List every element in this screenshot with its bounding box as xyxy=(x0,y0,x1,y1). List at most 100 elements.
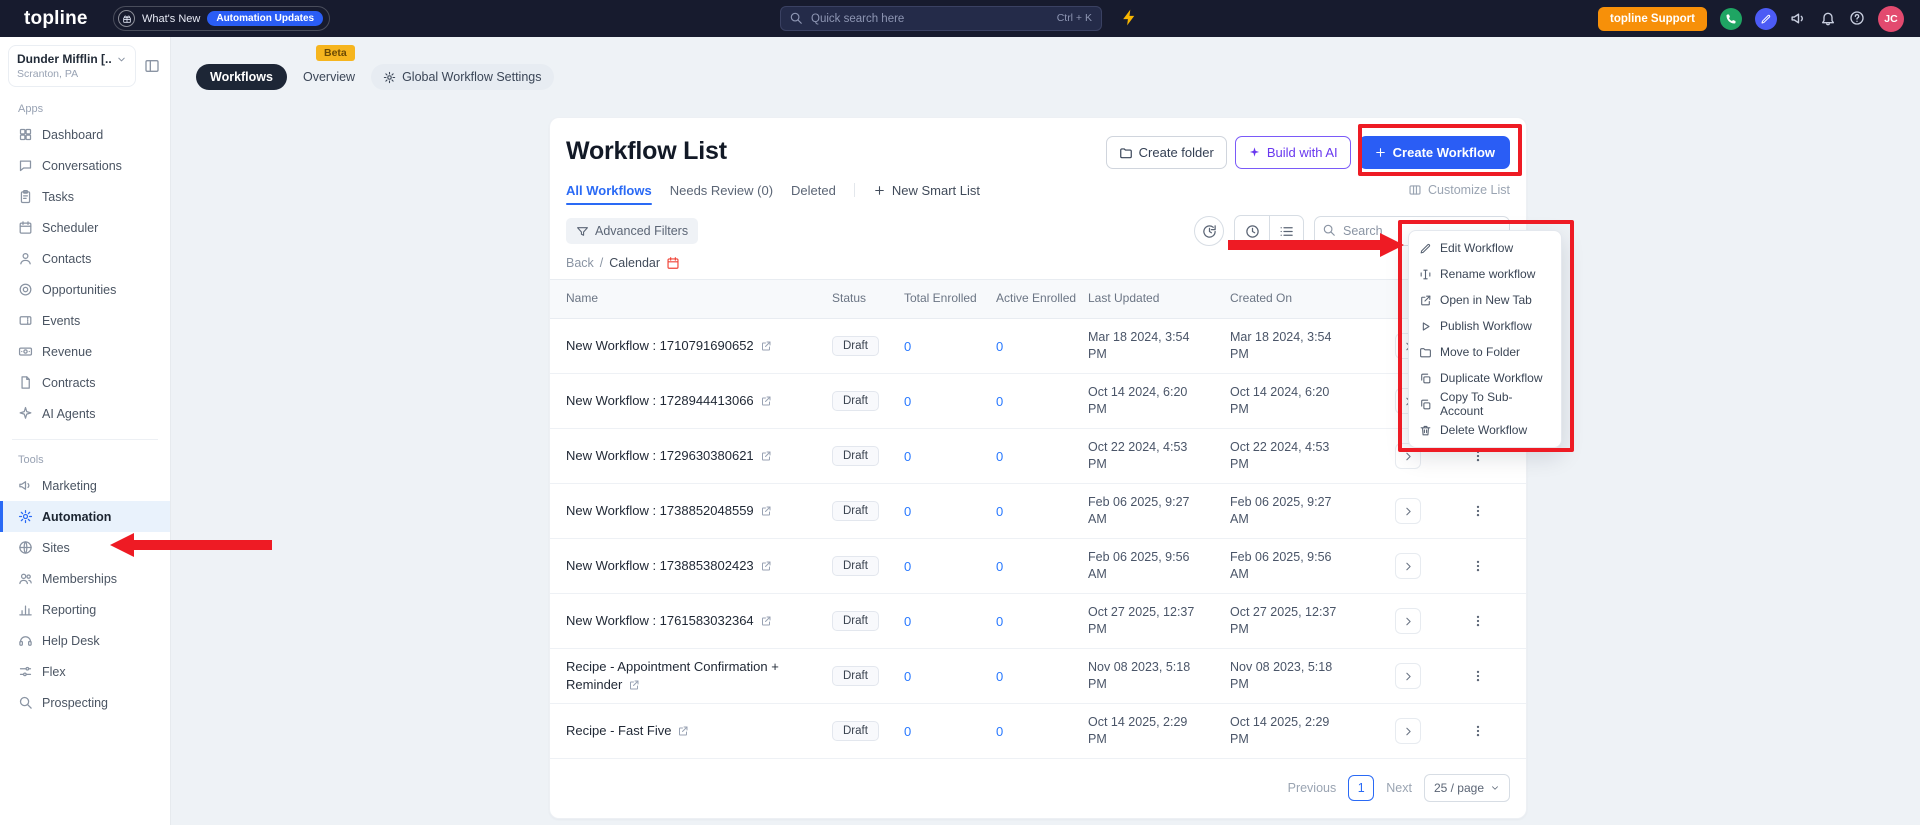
sidebar-item-scheduler[interactable]: Scheduler xyxy=(0,212,170,243)
tab-needs-review[interactable]: Needs Review (0) xyxy=(670,173,773,207)
history-button[interactable] xyxy=(1194,216,1224,246)
sidebar-item-help-desk[interactable]: Help Desk xyxy=(0,625,170,656)
kebab-icon xyxy=(1471,504,1485,518)
row-expand-chevron[interactable] xyxy=(1395,663,1421,689)
workflow-name[interactable]: New Workflow : 1738853802423 xyxy=(566,558,754,573)
external-link-icon[interactable] xyxy=(760,395,772,407)
total-enrolled-value[interactable]: 0 xyxy=(904,449,996,464)
total-enrolled-value[interactable]: 0 xyxy=(904,339,996,354)
total-enrolled-value[interactable]: 0 xyxy=(904,394,996,409)
sidebar-item-marketing[interactable]: Marketing xyxy=(0,470,170,501)
sidebar-item-contracts[interactable]: Contracts xyxy=(0,367,170,398)
total-enrolled-value[interactable]: 0 xyxy=(904,504,996,519)
conversations-icon xyxy=(18,158,33,173)
sidebar-item-automation[interactable]: Automation xyxy=(0,501,170,532)
sidebar-item-tasks[interactable]: Tasks xyxy=(0,181,170,212)
phone-icon[interactable] xyxy=(1720,8,1742,30)
workflow-name[interactable]: New Workflow : 1761583032364 xyxy=(566,613,754,628)
row-expand-chevron[interactable] xyxy=(1395,498,1421,524)
total-enrolled-value[interactable]: 0 xyxy=(904,669,996,684)
total-enrolled-value[interactable]: 0 xyxy=(904,559,996,574)
active-enrolled-value[interactable]: 0 xyxy=(996,669,1088,684)
breadcrumb-back[interactable]: Back xyxy=(566,256,594,270)
tab-deleted[interactable]: Deleted xyxy=(791,173,836,207)
total-enrolled-value[interactable]: 0 xyxy=(904,724,996,739)
active-enrolled-value[interactable]: 0 xyxy=(996,724,1088,739)
user-avatar[interactable]: JC xyxy=(1878,6,1904,32)
active-enrolled-value[interactable]: 0 xyxy=(996,504,1088,519)
annotation-rect-context-menu xyxy=(1398,220,1574,452)
active-enrolled-value[interactable]: 0 xyxy=(996,449,1088,464)
row-expand-chevron[interactable] xyxy=(1395,553,1421,579)
external-link-icon[interactable] xyxy=(628,679,640,691)
sidebar-item-conversations[interactable]: Conversations xyxy=(0,150,170,181)
workflow-name[interactable]: New Workflow : 1738852048559 xyxy=(566,503,754,518)
active-enrolled-value[interactable]: 0 xyxy=(996,339,1088,354)
workflow-name[interactable]: Recipe - Fast Five xyxy=(566,723,671,738)
row-actions-menu[interactable] xyxy=(1465,718,1491,744)
active-enrolled-value[interactable]: 0 xyxy=(996,559,1088,574)
workflow-name[interactable]: New Workflow : 1728944413066 xyxy=(566,393,754,408)
external-link-icon[interactable] xyxy=(677,725,689,737)
row-expand-chevron[interactable] xyxy=(1395,608,1421,634)
row-actions-menu[interactable] xyxy=(1465,608,1491,634)
events-icon xyxy=(18,313,33,328)
active-enrolled-value[interactable]: 0 xyxy=(996,394,1088,409)
row-actions-menu[interactable] xyxy=(1465,498,1491,524)
global-search-input[interactable] xyxy=(780,6,1102,31)
col-header-active-enrolled: Active Enrolled xyxy=(996,291,1088,307)
sidebar-item-ai-agents[interactable]: AI Agents xyxy=(0,398,170,429)
lightning-icon[interactable] xyxy=(1120,8,1139,32)
workflow-name[interactable]: New Workflow : 1710791690652 xyxy=(566,338,754,353)
plus-icon xyxy=(873,184,886,197)
sidebar-item-flex[interactable]: Flex xyxy=(0,656,170,687)
sidebar-item-reporting[interactable]: Reporting xyxy=(0,594,170,625)
help-icon[interactable] xyxy=(1849,10,1865,28)
sidebar-item-events[interactable]: Events xyxy=(0,305,170,336)
tab-global-workflow-settings[interactable]: Global Workflow Settings xyxy=(371,64,553,90)
sidebar-item-revenue[interactable]: Revenue xyxy=(0,336,170,367)
total-enrolled-value[interactable]: 0 xyxy=(904,614,996,629)
external-link-icon[interactable] xyxy=(760,340,772,352)
collapse-sidebar-icon[interactable] xyxy=(144,57,160,75)
notifications-bell-icon[interactable] xyxy=(1820,10,1836,28)
tab-all-workflows[interactable]: All Workflows xyxy=(566,173,652,207)
new-smart-list-button[interactable]: New Smart List xyxy=(873,183,980,198)
active-enrolled-value[interactable]: 0 xyxy=(996,614,1088,629)
external-link-icon[interactable] xyxy=(760,615,772,627)
external-link-icon[interactable] xyxy=(760,450,772,462)
workflow-name[interactable]: Recipe - Appointment Confirmation + Remi… xyxy=(566,659,779,692)
external-link-icon[interactable] xyxy=(760,505,772,517)
sidebar-item-prospecting[interactable]: Prospecting xyxy=(0,687,170,718)
row-expand-chevron[interactable] xyxy=(1395,718,1421,744)
chevron-right-icon xyxy=(1402,505,1415,518)
next-page-button[interactable]: Next xyxy=(1386,781,1412,795)
row-actions-menu[interactable] xyxy=(1465,553,1491,579)
sidebar-item-memberships[interactable]: Memberships xyxy=(0,563,170,594)
breadcrumb-current[interactable]: Calendar xyxy=(609,256,660,270)
external-link-icon[interactable] xyxy=(760,560,772,572)
folder-icon xyxy=(1119,146,1133,160)
last-updated-value: Mar 18 2024, 3:54 PM xyxy=(1088,329,1206,363)
last-updated-value: Oct 22 2024, 4:53 PM xyxy=(1088,439,1206,473)
page-number[interactable]: 1 xyxy=(1348,775,1374,801)
annotation-arrow-to-automation xyxy=(110,533,274,557)
sidebar-item-dashboard[interactable]: Dashboard xyxy=(0,119,170,150)
previous-page-button[interactable]: Previous xyxy=(1288,781,1337,795)
account-switcher[interactable]: Dunder Mifflin [... Scranton, PA xyxy=(8,45,136,87)
support-button[interactable]: topline Support xyxy=(1598,7,1707,31)
workflow-name[interactable]: New Workflow : 1729630380621 xyxy=(566,448,754,463)
page-size-select[interactable]: 25 / page xyxy=(1424,774,1510,802)
announcements-megaphone-icon[interactable] xyxy=(1790,10,1807,28)
whats-new-button[interactable]: What's New Automation Updates xyxy=(113,6,330,31)
tab-overview[interactable]: Overview xyxy=(299,64,359,90)
sidebar-item-contacts[interactable]: Contacts xyxy=(0,243,170,274)
create-folder-button[interactable]: Create folder xyxy=(1106,136,1227,169)
sidebar-item-opportunities[interactable]: Opportunities xyxy=(0,274,170,305)
tab-workflows[interactable]: Workflows xyxy=(196,64,287,90)
build-with-ai-button[interactable]: Build with AI xyxy=(1235,136,1351,169)
row-actions-menu[interactable] xyxy=(1465,663,1491,689)
advanced-filters-button[interactable]: Advanced Filters xyxy=(566,218,698,244)
paintbrush-icon[interactable] xyxy=(1755,8,1777,30)
customize-list-button[interactable]: Customize List xyxy=(1408,183,1510,197)
